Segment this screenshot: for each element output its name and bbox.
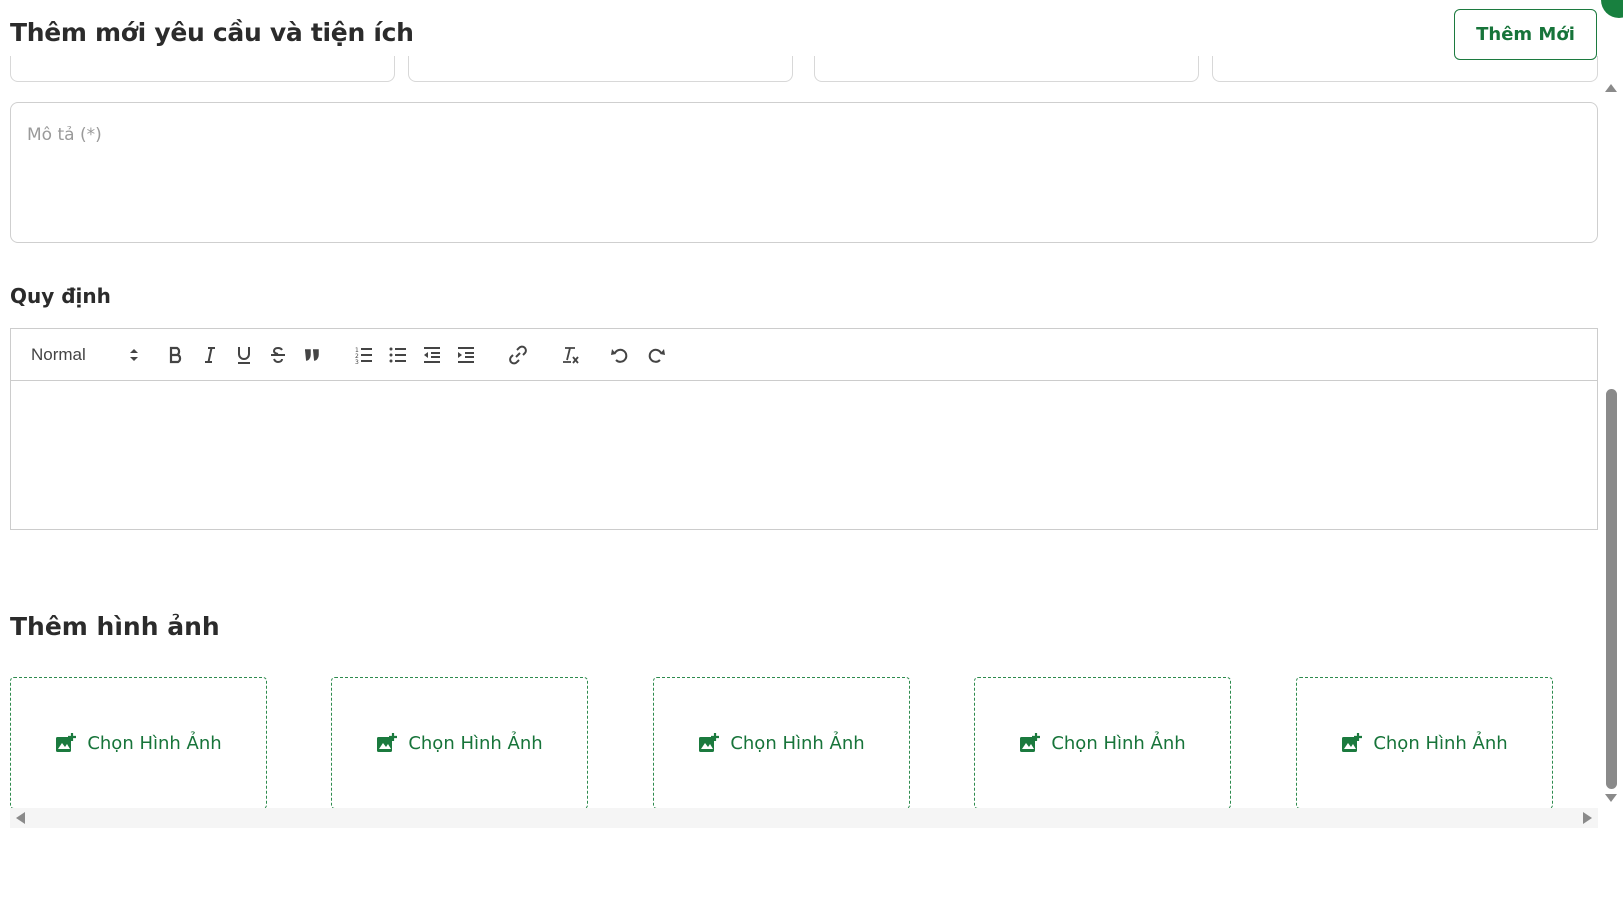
scrollbar-thumb[interactable] — [1606, 389, 1617, 789]
blockquote-icon[interactable] — [299, 342, 325, 368]
outdent-icon[interactable] — [419, 342, 445, 368]
select-arrows-icon — [130, 349, 138, 361]
horizontal-scrollbar[interactable] — [10, 808, 1598, 828]
image-upload-slot-5[interactable]: Chọn Hình Ảnh — [1296, 677, 1553, 809]
image-upload-slot-3[interactable]: Chọn Hình Ảnh — [653, 677, 910, 809]
add-new-button[interactable]: Thêm Mới — [1454, 9, 1597, 60]
indent-icon[interactable] — [453, 342, 479, 368]
italic-icon[interactable] — [197, 342, 223, 368]
format-select[interactable]: Normal — [31, 343, 139, 367]
scroll-left-icon[interactable] — [16, 812, 25, 824]
add-photo-icon — [56, 733, 77, 752]
image-upload-slot-1[interactable]: Chọn Hình Ảnh — [10, 677, 267, 809]
page-title: Thêm mới yêu cầu và tiện ích — [10, 18, 414, 47]
close-badge[interactable] — [1601, 0, 1623, 18]
choose-image-label: Chọn Hình Ảnh — [87, 732, 222, 754]
rules-label: Quy định — [10, 284, 111, 308]
redo-icon[interactable] — [643, 342, 669, 368]
vertical-scrollbar[interactable] — [1600, 80, 1622, 808]
undo-icon[interactable] — [607, 342, 633, 368]
choose-image-label: Chọn Hình Ảnh — [730, 732, 865, 754]
add-photo-icon — [1342, 733, 1363, 752]
bold-icon[interactable] — [163, 342, 189, 368]
bullet-list-icon[interactable] — [385, 342, 411, 368]
strikethrough-icon[interactable] — [265, 342, 291, 368]
clear-format-icon[interactable] — [557, 342, 583, 368]
top-input-3[interactable] — [814, 56, 1199, 82]
editor-content[interactable] — [11, 381, 1597, 529]
add-photo-icon — [377, 733, 398, 752]
add-photo-icon — [1020, 733, 1041, 752]
top-input-2[interactable] — [408, 56, 793, 82]
rules-editor: Normal 123 — [10, 328, 1598, 530]
ordered-list-icon[interactable]: 123 — [351, 342, 377, 368]
add-photo-icon — [699, 733, 720, 752]
scroll-right-icon[interactable] — [1583, 812, 1592, 824]
choose-image-label: Chọn Hình Ảnh — [1373, 732, 1508, 754]
choose-image-label: Chọn Hình Ảnh — [1051, 732, 1186, 754]
description-textarea[interactable]: Mô tả (*) — [10, 102, 1598, 243]
svg-text:3: 3 — [355, 359, 359, 365]
image-upload-slot-2[interactable]: Chọn Hình Ảnh — [331, 677, 588, 809]
images-section-title: Thêm hình ảnh — [10, 612, 220, 641]
choose-image-label: Chọn Hình Ảnh — [408, 732, 543, 754]
scroll-down-icon[interactable] — [1605, 794, 1617, 802]
top-input-1[interactable] — [10, 56, 395, 82]
format-select-value: Normal — [31, 345, 86, 364]
top-input-4[interactable] — [1212, 56, 1598, 82]
image-upload-slot-4[interactable]: Chọn Hình Ảnh — [974, 677, 1231, 809]
link-icon[interactable] — [505, 342, 531, 368]
scroll-up-icon[interactable] — [1605, 84, 1617, 92]
editor-toolbar: Normal 123 — [11, 329, 1597, 381]
underline-icon[interactable] — [231, 342, 257, 368]
